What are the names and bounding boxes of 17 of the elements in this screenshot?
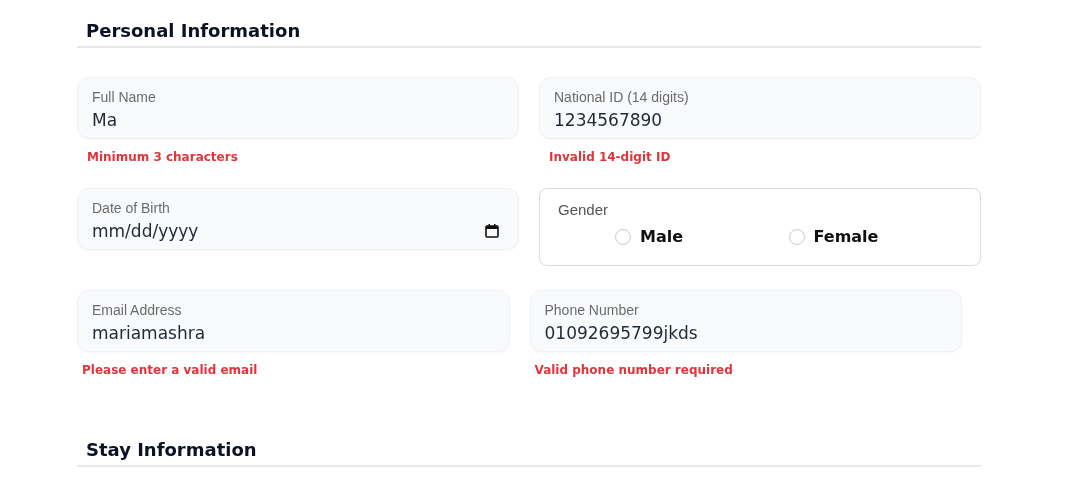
error-message: Valid phone number required bbox=[533, 363, 734, 377]
option-label: Female bbox=[813, 227, 879, 246]
error-message: Minimum 3 characters bbox=[86, 150, 239, 164]
option-label: Male bbox=[640, 227, 684, 246]
error-message: Please enter a valid email bbox=[81, 363, 259, 377]
radio-button[interactable] bbox=[788, 228, 805, 245]
date-field[interactable]: Date of Birth mm/dd/yyyy bbox=[77, 188, 519, 250]
radio-button[interactable] bbox=[615, 228, 631, 245]
group-label: Gender bbox=[558, 201, 610, 219]
section-title: Personal Information bbox=[86, 19, 302, 43]
input-field[interactable]: Full Name Ma bbox=[77, 77, 519, 139]
calendar-icon[interactable] bbox=[484, 223, 500, 239]
input-field[interactable]: Email Address mariamashra bbox=[77, 290, 510, 352]
error-message: Invalid 14-digit ID bbox=[548, 150, 672, 164]
input-field[interactable]: National ID (14 digits) 1234567890 bbox=[539, 77, 981, 139]
input-field[interactable]: Phone Number 01092695799jkds bbox=[529, 290, 962, 352]
section-title: Stay Information bbox=[86, 438, 258, 462]
